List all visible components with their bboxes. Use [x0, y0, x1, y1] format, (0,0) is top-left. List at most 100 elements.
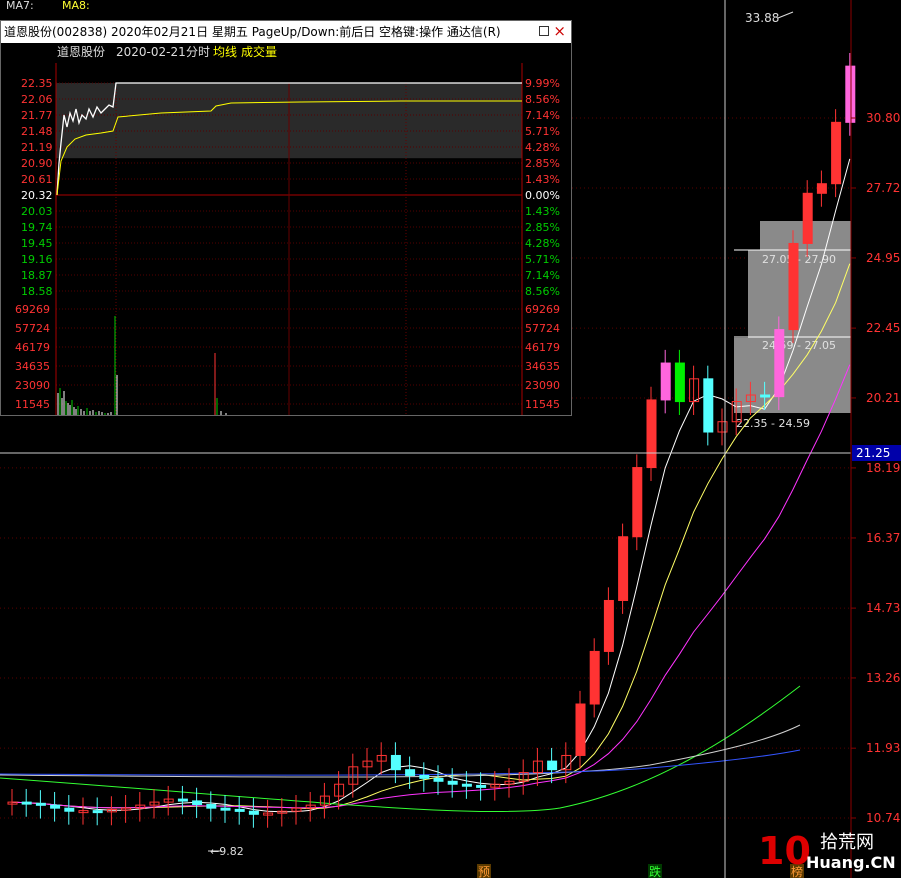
candle-body[interactable]: [433, 777, 444, 782]
intraday-price-tick: 19.45: [21, 237, 53, 250]
intraday-popup-window[interactable]: 道恩股份(002838) 2020年02月21日 星期五 PageUp/Down…: [0, 20, 572, 416]
intraday-pct-tick: 2.85%: [525, 221, 560, 234]
intraday-pct-tick: 9.99%: [525, 77, 560, 90]
intraday-volume-tick: 23090: [525, 379, 560, 392]
intraday-stock-name: 道恩股份: [57, 45, 105, 59]
candle-body[interactable]: [603, 599, 614, 652]
y-tick-label: 13.26: [866, 671, 900, 685]
intraday-price-tick: 20.03: [21, 205, 53, 218]
candle-body[interactable]: [50, 804, 61, 809]
y-tick-label: 22.45: [866, 321, 900, 335]
candle-body[interactable]: [64, 807, 75, 812]
window-title: 道恩股份(002838) 2020年02月21日 星期五 PageUp/Down…: [1, 21, 571, 43]
y-tick-label: 11.93: [866, 741, 900, 755]
intraday-pct-tick: 8.56%: [525, 93, 560, 106]
candle-body[interactable]: [547, 760, 558, 771]
y-tick-label: 10.74: [866, 811, 900, 825]
candle-body[interactable]: [92, 810, 103, 814]
candle-body[interactable]: [177, 798, 188, 802]
candle-body[interactable]: [447, 780, 458, 785]
candle-body[interactable]: [206, 804, 217, 809]
intraday-pct-tick: 1.43%: [525, 173, 560, 186]
intraday-volume-tick: 46179: [525, 341, 560, 354]
candle-body[interactable]: [831, 121, 842, 185]
chip-range-label: 22.35 - 24.59: [736, 417, 810, 430]
y-tick-label: 27.72: [866, 181, 900, 195]
intraday-price-tick: 20.90: [21, 157, 53, 170]
marker-die[interactable]: 跌: [649, 864, 661, 878]
candle-body[interactable]: [461, 783, 472, 787]
candle-body[interactable]: [220, 807, 231, 811]
ma20-line: [11, 364, 851, 809]
avg-line-legend: 均线: [213, 45, 237, 59]
logo-digits: 10: [758, 829, 811, 872]
intraday-pct-tick: 7.14%: [525, 109, 560, 122]
candle-body[interactable]: [618, 536, 629, 601]
candle-body[interactable]: [774, 329, 785, 398]
intraday-volume-tick: 57724: [525, 322, 560, 335]
candle-body[interactable]: [589, 650, 600, 705]
intraday-mode: 分时: [186, 45, 210, 59]
candle-body[interactable]: [703, 378, 714, 433]
intraday-chart[interactable]: 道恩股份 2020-02-21 分时 均线 成交量 22.35 9.99% 22.0…: [1, 43, 571, 415]
intraday-price-tick: 18.87: [21, 269, 53, 282]
candle-body[interactable]: [660, 362, 671, 401]
max-price-pointer: [777, 11, 794, 19]
candle-body[interactable]: [788, 242, 799, 331]
candle-body[interactable]: [632, 467, 643, 538]
intraday-volume-tick: 69269: [15, 303, 50, 316]
volume-legend: 成交量: [241, 44, 277, 59]
intraday-volume-tick: 11545: [15, 398, 50, 411]
candle-body[interactable]: [121, 807, 132, 811]
candle-body[interactable]: [21, 801, 32, 805]
candle-body[interactable]: [390, 754, 401, 771]
intraday-pct-tick: 4.28%: [525, 141, 560, 154]
chip-range-label: 27.05 - 27.90: [762, 253, 836, 266]
intraday-price-tick: 22.06: [21, 93, 53, 106]
intraday-pct-tick: 2.85%: [525, 157, 560, 170]
candle-body[interactable]: [646, 399, 657, 469]
site-logo: 10 拾荒网 Huang.CN: [758, 829, 896, 872]
maximize-icon[interactable]: [539, 26, 549, 36]
y-tick-label: 14.73: [866, 601, 900, 615]
candle-body[interactable]: [192, 800, 203, 806]
intraday-volume-tick: 46179: [15, 341, 50, 354]
ma8-label: MA8:: [62, 0, 90, 12]
candle-body[interactable]: [845, 65, 856, 123]
logo-en: Huang.CN: [806, 853, 896, 872]
intraday-volume-tick: 34635: [15, 360, 50, 373]
y-tick-label: 24.95: [866, 251, 900, 265]
intraday-price-tick: 20.32: [21, 189, 53, 202]
intraday-pct-tick: 1.43%: [525, 205, 560, 218]
intraday-volume-tick: 34635: [525, 360, 560, 373]
intraday-volume-tick: 23090: [15, 379, 50, 392]
candle-body[interactable]: [35, 802, 46, 806]
marker-yu[interactable]: 预: [478, 865, 490, 878]
ma7-label: MA7:: [6, 0, 34, 12]
candle-body[interactable]: [816, 183, 827, 194]
y-tick-label: 16.37: [866, 531, 900, 545]
intraday-volume-tick: 11545: [525, 398, 560, 411]
intraday-price-tick: 22.35: [21, 77, 53, 90]
candle-body[interactable]: [234, 808, 245, 812]
intraday-volume-tick: 69269: [525, 303, 560, 316]
intraday-pct-tick: 8.56%: [525, 285, 560, 298]
candle-body[interactable]: [405, 769, 416, 776]
intraday-pct-tick: 5.71%: [525, 253, 560, 266]
intraday-price-tick: 21.48: [21, 125, 53, 138]
intraday-date: 2020-02-21: [116, 45, 186, 59]
close-icon[interactable]: ×: [553, 21, 566, 41]
candle-body[interactable]: [575, 703, 586, 756]
y-tick-label: 20.21: [866, 391, 900, 405]
candle-body[interactable]: [760, 394, 771, 398]
intraday-pct-tick: 5.71%: [525, 125, 560, 138]
y-tick-label: 30.80: [866, 111, 900, 125]
price-axis: 30.80 27.72 24.95 22.45 20.21 18.19 16.37 14.73…: [851, 111, 900, 825]
candle-body[interactable]: [419, 774, 430, 779]
candle-body[interactable]: [476, 784, 487, 788]
candle-body[interactable]: [248, 810, 259, 815]
intraday-volume-tick: 57724: [15, 322, 50, 335]
candle-body[interactable]: [802, 192, 813, 244]
candle-body[interactable]: [674, 362, 685, 403]
intraday-price-tick: 19.16: [21, 253, 53, 266]
